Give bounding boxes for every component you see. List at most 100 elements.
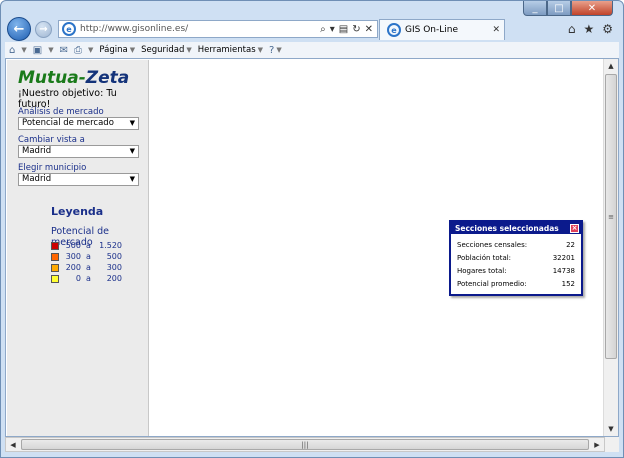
popup-title: Secciones seleccionadas	[455, 223, 559, 233]
print-icon[interactable]: ⎙	[74, 45, 82, 56]
url-text[interactable]: http://www.gisonline.es/	[80, 24, 320, 34]
help-menu[interactable]: ? ▼	[269, 45, 282, 56]
refresh-icon[interactable]: ↻	[352, 24, 360, 35]
menu-seguridad[interactable]: Seguridad ▼	[141, 45, 192, 55]
tab-gis-online[interactable]: e GIS On-Line ✕	[379, 19, 505, 40]
close-icon[interactable]: ×	[570, 223, 579, 233]
search-icon[interactable]: ⌕	[320, 24, 326, 35]
menu-herramientas[interactable]: Herramientas ▼	[198, 45, 263, 55]
browser-window: _ □ ✕ ← → e http://www.gisonline.es/ ⌕ ▾…	[0, 0, 624, 458]
home-icon[interactable]: ⌂	[568, 22, 576, 36]
legend-from: 200	[65, 263, 81, 272]
chevron-down-icon: ▼	[129, 175, 135, 183]
address-bar[interactable]: e http://www.gisonline.es/ ⌕ ▾ ▤ ↻ ✕	[58, 20, 378, 38]
scroll-right-arrow-icon[interactable]: ▶	[590, 438, 604, 451]
legend-swatch	[51, 252, 59, 261]
ie-tab-icon: e	[387, 23, 401, 37]
selected-sections-popup: Secciones seleccionadas × Secciones cens…	[449, 220, 583, 296]
dropdown-arrow-icon[interactable]: ▾	[330, 24, 335, 35]
popup-row: Hogares total: 14738	[457, 264, 575, 277]
chevron-down-icon: ▼	[129, 119, 135, 127]
mutua-zeta-logo: Mutua-Zeta	[18, 68, 129, 88]
maximize-button[interactable]: □	[547, 1, 571, 16]
back-arrow-icon: ←	[13, 21, 25, 37]
vertical-scrollbar[interactable]: ▲ ≡ ▼	[603, 59, 618, 436]
stop-icon[interactable]: ✕	[365, 24, 373, 35]
municipio-label: Elegir municipio	[18, 163, 87, 173]
legend-row: 200 a 300	[51, 262, 122, 273]
rss-feed-icon[interactable]: ▣	[33, 45, 42, 56]
legend-from: 300	[65, 252, 81, 261]
popup-row-label: Secciones censales:	[457, 240, 528, 249]
chevron-down-icon[interactable]: ▼	[21, 46, 26, 54]
scrollbar-corner	[605, 437, 619, 452]
scroll-down-arrow-icon[interactable]: ▼	[604, 422, 618, 436]
chevron-down-icon: ▼	[276, 46, 282, 54]
chevron-down-icon: ▼	[257, 46, 264, 54]
popup-row: Secciones censales: 22	[457, 238, 575, 251]
analisis-label: Análisis de mercado	[18, 107, 104, 117]
horizontal-scrollbar[interactable]: ◀ ||| ▶	[5, 437, 605, 452]
logo-dash: -	[78, 68, 86, 88]
navigation-bar: ← → e http://www.gisonline.es/ ⌕ ▾ ▤ ↻ ✕…	[5, 16, 619, 42]
legend-sep: a	[86, 252, 91, 261]
legend-sep: a	[86, 274, 91, 283]
vista-select[interactable]: Madrid ▼	[18, 145, 139, 158]
popup-body: Secciones censales: 22 Población total: …	[451, 234, 581, 290]
popup-header: Secciones seleccionadas ×	[451, 222, 581, 234]
chevron-down-icon: ▼	[129, 147, 135, 155]
vista-label: Cambiar vista a	[18, 135, 85, 145]
tab-close-icon[interactable]: ✕	[492, 25, 500, 35]
legend-to: 1.520	[99, 241, 122, 250]
compatibility-view-icon[interactable]: ▤	[339, 24, 348, 35]
scroll-up-arrow-icon[interactable]: ▲	[604, 59, 618, 73]
vista-value: Madrid	[22, 146, 52, 156]
popup-row-label: Hogares total:	[457, 266, 507, 275]
home-icon[interactable]: ⌂	[9, 45, 15, 56]
menu-label: Seguridad	[141, 45, 185, 55]
popup-row-label: Población total:	[457, 253, 512, 262]
tools-gear-icon[interactable]: ⚙	[602, 22, 613, 36]
menu-pagina[interactable]: Página ▼	[99, 45, 135, 55]
chevron-down-icon[interactable]: ▼	[48, 46, 53, 54]
chevron-down-icon[interactable]: ▼	[88, 46, 93, 54]
forward-button[interactable]: →	[35, 21, 52, 38]
municipio-value: Madrid	[22, 174, 52, 184]
tab-title: GIS On-Line	[405, 25, 458, 35]
favorites-star-icon[interactable]: ★	[583, 22, 594, 36]
legend-row: 500 a 1.520	[51, 240, 122, 251]
legend-to: 500	[106, 252, 122, 261]
horizontal-scroll-thumb[interactable]: |||	[21, 439, 589, 450]
legend-to: 300	[106, 263, 122, 272]
popup-row: Potencial promedio: 152	[457, 277, 575, 290]
legend-swatch	[51, 274, 59, 283]
menu-label: Página	[99, 45, 128, 55]
close-window-button[interactable]: ✕	[571, 1, 613, 16]
vertical-scroll-thumb[interactable]: ≡	[605, 74, 617, 359]
legend-sep: a	[86, 263, 91, 272]
popup-row-value: 14738	[552, 266, 575, 275]
sidebar-panel: Mutua-Zeta ¡Nuestro objetivo: Tu futuro!…	[7, 60, 149, 436]
logo-part-zeta: Zeta	[85, 68, 130, 88]
legend-title: Leyenda	[51, 205, 104, 218]
analisis-select[interactable]: Potencial de mercado ▼	[18, 117, 139, 130]
popup-row-value: 22	[566, 240, 575, 249]
help-icon: ?	[269, 44, 275, 56]
chevron-down-icon: ▼	[129, 46, 136, 54]
mail-icon[interactable]: ✉	[60, 45, 68, 56]
menu-label: Herramientas	[197, 45, 256, 55]
address-bar-icons: ⌕ ▾ ▤ ↻ ✕	[320, 24, 373, 35]
scroll-left-arrow-icon[interactable]: ◀	[6, 438, 20, 451]
municipio-select[interactable]: Madrid ▼	[18, 173, 139, 186]
legend-swatch	[51, 263, 59, 272]
legend-sep: a	[86, 241, 91, 250]
legend-swatch	[51, 241, 59, 250]
legend-items: 500 a 1.520 300 a 500 200 a 300 0 a 200	[51, 240, 122, 284]
analisis-value: Potencial de mercado	[22, 118, 114, 128]
legend-row: 0 a 200	[51, 273, 122, 284]
back-button[interactable]: ←	[7, 17, 31, 41]
popup-row-label: Potencial promedio:	[457, 279, 527, 288]
legend-from: 0	[75, 274, 81, 283]
popup-row-value: 152	[561, 279, 575, 288]
minimize-button[interactable]: _	[523, 1, 547, 16]
